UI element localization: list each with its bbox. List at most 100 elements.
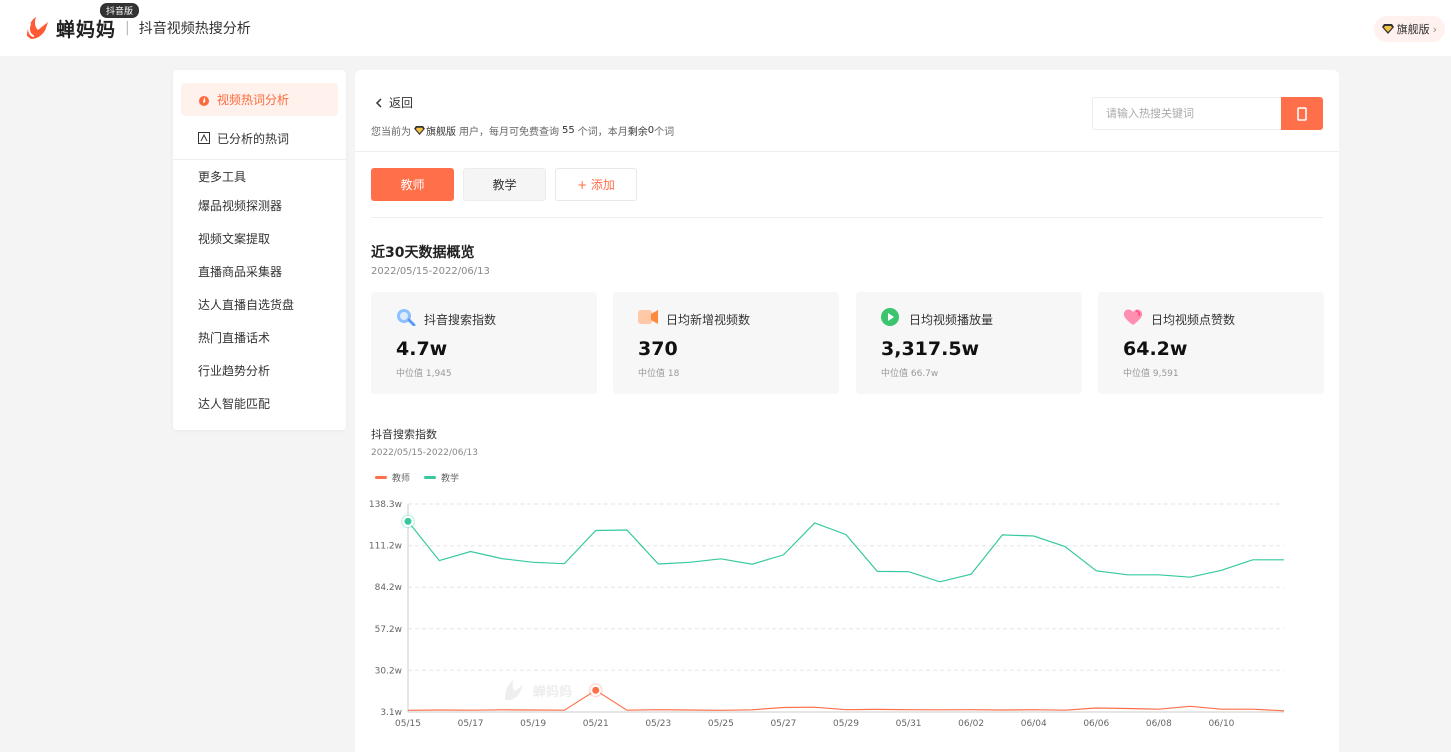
heart-icon (1123, 309, 1143, 325)
stat-label: 日均视频点赞数 (1151, 313, 1236, 327)
x-tick-label: 05/23 (645, 719, 671, 729)
stat-median: 中位值 1,945 (396, 369, 452, 379)
y-tick-label: 138.3w (369, 500, 402, 510)
logo-icon (27, 17, 48, 39)
quota-plan: 旗舰版 (426, 127, 456, 138)
keyword-tab-2[interactable]: 教学 (463, 168, 546, 201)
diamond-icon (1381, 24, 1394, 34)
x-tick-label: 05/19 (520, 719, 546, 729)
divider (355, 151, 1339, 152)
tool-link[interactable]: 热门直播话术 (198, 329, 270, 346)
x-tick-label: 05/17 (458, 719, 484, 729)
stat-card-daily-new-videos: 日均新增视频数 370 中位值 18 (613, 292, 839, 394)
quota-prefix: 您当前为 (371, 127, 411, 138)
diamond-icon (414, 126, 425, 135)
keyword-tab-1[interactable]: 教师 (371, 168, 454, 201)
brand-name: 蝉妈妈 (56, 18, 117, 41)
main-panel: 返回 您当前为 旗舰版 用户，每月可免费查询 55 个词，本月 剩余 0 个词 … (355, 70, 1339, 752)
sidebar-item-label: 已分析的热词 (217, 131, 290, 146)
search-index-line-chart: 3.1w 30.2w 57.2w 84.2w 111.2w 138.3w 05/15 05/1… (369, 500, 1285, 729)
overview-date-range: 2022/05/15-2022/06/13 (371, 266, 490, 277)
sidebar: 视频热词分析 已分析的热词 更多工具 爆品视频探测器 视频文案提取 直播商品采集… (173, 70, 346, 430)
tool-link[interactable]: 视频文案提取 (198, 230, 270, 247)
legend-item-teacher[interactable]: 教师 (375, 471, 410, 484)
highlight-marker (402, 515, 414, 527)
y-tick-label: 57.2w (375, 625, 402, 635)
series-line-teaching (407, 521, 1284, 583)
legend-swatch (375, 476, 387, 479)
x-tick-label: 06/08 (1146, 719, 1172, 729)
tool-link[interactable]: 爆品视频探测器 (198, 197, 282, 214)
brand-separator: | (125, 20, 130, 36)
quota-remain-label: 剩余 (627, 127, 648, 138)
search-icon (1297, 106, 1307, 121)
vip-plan-label: 旗舰版 (1396, 23, 1430, 36)
chevron-left-icon (375, 97, 382, 108)
x-tick-label: 05/27 (770, 719, 796, 729)
sidebar-item-label: 视频热词分析 (217, 93, 290, 107)
watermark-logo (505, 680, 523, 700)
vip-plan-button[interactable]: 旗舰版 › (1373, 16, 1445, 42)
quota-mid2: 个词，本月 (577, 127, 628, 138)
y-tick-label: 84.2w (375, 583, 402, 593)
flame-icon (199, 95, 209, 106)
back-button[interactable]: 返回 (375, 94, 413, 111)
stat-label: 日均视频播放量 (909, 313, 994, 327)
highlight-marker (590, 684, 602, 696)
legend-label: 教学 (441, 474, 460, 484)
tool-link[interactable]: 达人智能匹配 (198, 395, 270, 412)
add-keyword-button[interactable]: + 添加 (555, 168, 637, 201)
y-tick-label: 3.1w (380, 708, 402, 718)
play-icon (881, 308, 899, 326)
tool-link[interactable]: 行业趋势分析 (198, 362, 270, 379)
sidebar-item-analyzed-hotwords[interactable]: 已分析的热词 (198, 127, 289, 149)
quota-mid: 用户，每月可免费查询 (459, 127, 559, 138)
x-tick-label: 05/31 (896, 719, 922, 729)
hotword-search-input[interactable] (1092, 97, 1282, 130)
x-tick-label: 05/29 (833, 719, 859, 729)
top-header: 蝉妈妈 抖音版 | 抖音视频热搜分析 旗舰版 › (0, 0, 1451, 56)
document-icon (198, 132, 210, 144)
chart-legend: 教师 教学 (375, 471, 459, 484)
y-tick-label: 111.2w (369, 542, 402, 552)
quota-suffix: 个词 (654, 127, 675, 138)
search-magnifier-icon (397, 309, 416, 326)
x-tick-label: 06/04 (1021, 719, 1047, 729)
stat-label: 抖音搜索指数 (424, 313, 497, 327)
quota-info: 您当前为 旗舰版 用户，每月可免费查询 55 个词，本月 剩余 0 个词 (371, 123, 674, 138)
tool-link[interactable]: 直播商品采集器 (198, 263, 282, 280)
legend-label: 教师 (392, 474, 411, 484)
legend-swatch (424, 476, 437, 479)
x-tick-label: 05/25 (708, 719, 734, 729)
divider (371, 217, 1323, 218)
legend-item-teaching[interactable]: 教学 (424, 471, 459, 484)
x-tick-label: 06/06 (1083, 719, 1109, 729)
stat-value: 370 (638, 338, 678, 360)
stat-label: 日均新增视频数 (666, 313, 751, 327)
chart-title: 抖音搜索指数 (371, 428, 437, 441)
platform-badge: 抖音版 (100, 3, 140, 18)
chart-watermark: 蝉妈妈 (533, 684, 572, 700)
x-tick-label: 05/21 (583, 719, 609, 729)
more-tools-heading: 更多工具 (198, 170, 247, 184)
y-tick-label: 30.2w (375, 666, 402, 676)
stat-median: 中位值 66.7w (881, 369, 939, 379)
sidebar-item-video-hotword-analysis[interactable]: 视频热词分析 (181, 83, 338, 116)
overview-title: 近30天数据概览 (371, 245, 475, 261)
stat-card-daily-video-plays: 日均视频播放量 3,317.5w 中位值 66.7w (856, 292, 1082, 394)
stat-card-daily-video-likes: 日均视频点赞数 64.2w 中位值 9,591 (1098, 292, 1324, 394)
video-camera-icon (638, 310, 658, 324)
x-tick-label: 06/10 (1208, 719, 1234, 729)
stat-median: 中位值 9,591 (1123, 369, 1179, 379)
quota-count: 55 (562, 125, 575, 136)
chevron-right-icon: › (1432, 22, 1437, 36)
tool-link[interactable]: 达人直播自选货盘 (198, 296, 294, 313)
x-tick-label: 06/02 (958, 719, 984, 729)
brand-logo[interactable]: 蝉妈妈 抖音版 | 抖音视频热搜分析 (24, 3, 251, 42)
stat-value: 4.7w (396, 338, 448, 360)
x-tick-label: 05/15 (395, 719, 421, 729)
stat-value: 64.2w (1123, 338, 1188, 360)
chart-date-range: 2022/05/15-2022/06/13 (371, 448, 478, 458)
search-button[interactable] (1281, 97, 1323, 130)
stat-median: 中位值 18 (638, 369, 680, 379)
